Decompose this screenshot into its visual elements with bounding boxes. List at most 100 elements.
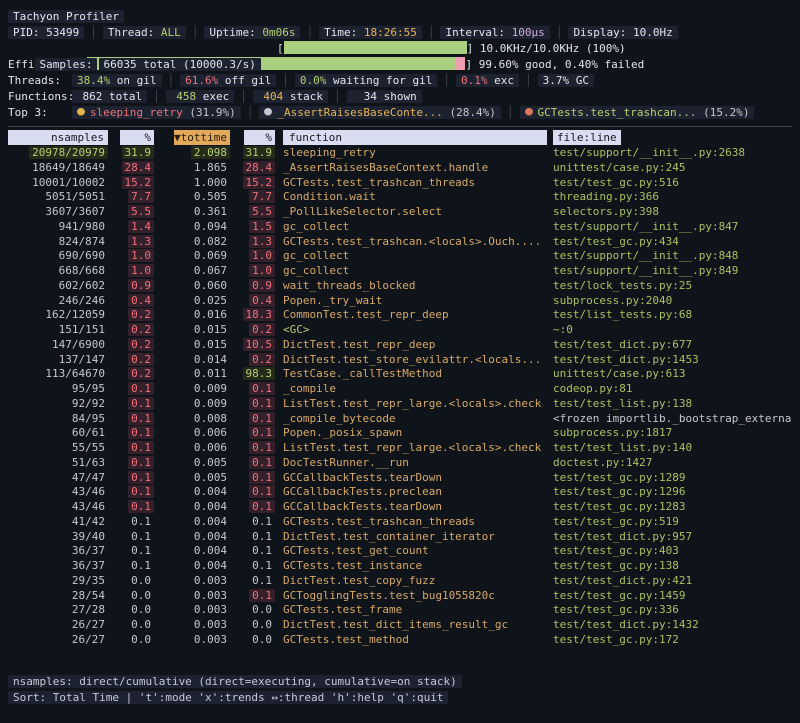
table-row[interactable]: 55/550.10.0060.1ListTest.test_repr_large… [8, 441, 792, 456]
medal-gold-icon [77, 108, 85, 116]
table-row[interactable]: 824/8741.30.0821.3GCTests.test_trashcan.… [8, 235, 792, 250]
table-row[interactable]: 43/460.10.0040.1GCCallbackTests.preclean… [8, 485, 792, 500]
cell-nsamples: 18649/18649 [8, 161, 108, 176]
direct-pct-value: 0.1 [128, 485, 154, 498]
function-name: _compile [283, 382, 336, 395]
cell-cum-pct: 0.1 [230, 574, 275, 589]
table-row[interactable]: 92/920.10.0090.1ListTest.test_repr_large… [8, 397, 792, 412]
table-row[interactable]: 162/120590.20.01618.3CommonTest.test_rep… [8, 308, 792, 323]
table-row[interactable]: 26/270.00.0030.0GCTests.test_methodtest/… [8, 633, 792, 648]
cell-tottime: 0.004 [154, 485, 230, 500]
function-name: DictTest.test_dict_items_result_gc [283, 618, 508, 631]
cell-cum-pct: 0.2 [230, 353, 275, 368]
cell-function: ListTest.test_repr_large.<locals>.check [275, 397, 547, 412]
direct-pct-value: 0.1 [128, 471, 154, 484]
file-line: test/support/__init__.py:848 [553, 249, 738, 262]
table-row[interactable]: 137/1470.20.0140.2DictTest.test_store_ev… [8, 353, 792, 368]
table-row[interactable]: 41/420.10.0040.1GCTests.test_trashcan_th… [8, 515, 792, 530]
cell-tottime: 0.015 [154, 338, 230, 353]
cum-pct-value: 0.2 [249, 323, 275, 336]
cell-tottime: 0.361 [154, 205, 230, 220]
cell-nsamples: 824/874 [8, 235, 108, 250]
function-name: GCCallbackTests.tearDown [283, 500, 442, 513]
cell-file-line: test/test_dict.py:421 [547, 574, 792, 589]
table-row[interactable]: 941/9801.40.0941.5gc_collecttest/support… [8, 220, 792, 235]
table-row[interactable]: 95/950.10.0090.1_compilecodeop.py:81 [8, 382, 792, 397]
cell-file-line: codeop.py:81 [547, 382, 792, 397]
function-name: wait_threads_blocked [283, 279, 415, 292]
table-row[interactable]: 113/646700.20.01198.3TestCase._callTestM… [8, 367, 792, 382]
table-row[interactable]: 690/6901.00.0691.0gc_collecttest/support… [8, 249, 792, 264]
function-name: DocTestRunner.__run [283, 456, 409, 469]
table-row[interactable]: 29/350.00.0030.1DictTest.test_copy_fuzzt… [8, 574, 792, 589]
cell-nsamples: 51/63 [8, 456, 108, 471]
col-header-tottime[interactable]: ▼tottime [174, 130, 230, 145]
col-header-direct-pct[interactable]: % [120, 130, 154, 145]
table-row[interactable]: 20978/2097931.92.09831.9sleeping_retryte… [8, 146, 792, 161]
cell-tottime: 1.865 [154, 161, 230, 176]
functions-desc: exec [203, 90, 230, 103]
file-line: test/test_gc.py:172 [553, 633, 679, 646]
cell-function: _compile_bytecode [275, 412, 547, 427]
table-row[interactable]: 28/540.00.0030.1GCTogglingTests.test_bug… [8, 589, 792, 604]
table-row[interactable]: 39/400.10.0040.1DictTest.test_container_… [8, 530, 792, 545]
table-row[interactable]: 51/630.10.0050.1DocTestRunner.__rundocte… [8, 456, 792, 471]
tottime-value: 0.009 [191, 397, 230, 410]
table-row[interactable]: 36/370.10.0040.1GCTests.test_get_countte… [8, 544, 792, 559]
table-row[interactable]: 18649/1864928.41.86528.4_AssertRaisesBas… [8, 161, 792, 176]
table-row[interactable]: 602/6020.90.0600.9wait_threads_blockedte… [8, 279, 792, 294]
nsamples-value: 95/95 [69, 382, 108, 395]
function-name: _compile_bytecode [283, 412, 396, 425]
table-row[interactable]: 668/6681.00.0671.0gc_collecttest/support… [8, 264, 792, 279]
cell-function: GCCallbackTests.preclean [275, 485, 547, 500]
direct-pct-value: 0.4 [128, 294, 154, 307]
cell-cum-pct: 0.1 [230, 456, 275, 471]
cell-tottime: 0.014 [154, 353, 230, 368]
table-row[interactable]: 36/370.10.0040.1GCTests.test_instancetes… [8, 559, 792, 574]
function-name: ListTest.test_repr_large.<locals>.check [283, 441, 541, 454]
table-row[interactable]: 10001/1000215.21.00015.2GCTests.test_tra… [8, 176, 792, 191]
cell-cum-pct: 0.1 [230, 485, 275, 500]
cell-function: DictTest.test_dict_items_result_gc [275, 618, 547, 633]
cum-pct-value: 10.5 [243, 338, 276, 351]
table-row[interactable]: 3607/36075.50.3615.5_PollLikeSelector.se… [8, 205, 792, 220]
file-line: test/test_gc.py:434 [553, 235, 679, 248]
file-line: threading.py:366 [553, 190, 659, 203]
table-row[interactable]: 147/69000.20.01510.5DictTest.test_repr_d… [8, 338, 792, 353]
nsamples-value: 84/95 [69, 412, 108, 425]
table-row[interactable]: 84/950.10.0080.1_compile_bytecode<frozen… [8, 412, 792, 427]
divider [8, 126, 792, 127]
table-row[interactable]: 26/270.00.0030.0DictTest.test_dict_items… [8, 618, 792, 633]
function-name: GCCallbackTests.tearDown [283, 471, 442, 484]
table-row[interactable]: 246/2460.40.0250.4Popen._try_waitsubproc… [8, 294, 792, 309]
table-row[interactable]: 5051/50517.70.5057.7Condition.waitthread… [8, 190, 792, 205]
table-row[interactable]: 60/610.10.0060.1Popen._posix_spawnsubpro… [8, 426, 792, 441]
function-name: gc_collect [283, 264, 349, 277]
cell-function: DictTest.test_repr_deep [275, 338, 547, 353]
nsamples-value: 690/690 [56, 249, 108, 262]
col-header-cum-pct[interactable]: % [244, 130, 275, 145]
samples-rate-text: 10.0KHz/10.0KHz (100%) [473, 42, 625, 55]
title-line: Tachyon Profiler [8, 9, 792, 25]
status-pid-value: 53499 [46, 26, 79, 39]
cell-cum-pct: 0.1 [230, 382, 275, 397]
direct-pct-value: 31.9 [122, 146, 155, 159]
col-header-function[interactable]: function [283, 130, 547, 145]
file-line: test/test_gc.py:516 [553, 176, 679, 189]
file-line: doctest.py:1427 [553, 456, 652, 469]
status-uptime-label: Uptime: [209, 26, 262, 39]
table-row[interactable]: 151/1510.20.0150.2<GC>~:0 [8, 323, 792, 338]
col-header-file-line[interactable]: file:line [553, 130, 621, 145]
function-name: DictTest.test_store_evilattr.<locals... [283, 353, 541, 366]
cum-pct-value: 0.1 [249, 559, 275, 572]
table-row[interactable]: 27/280.00.0030.0GCTests.test_frametest/t… [8, 603, 792, 618]
cell-function: GCTests.test_trashcan_threads [275, 176, 547, 191]
cell-function: GCCallbackTests.tearDown [275, 471, 547, 486]
cell-tottime: 0.004 [154, 559, 230, 574]
cell-file-line: test/test_dict.py:957 [547, 530, 792, 545]
status-uptime-value: 0m06s [262, 26, 295, 39]
table-row[interactable]: 47/470.10.0050.1GCCallbackTests.tearDown… [8, 471, 792, 486]
col-header-nsamples[interactable]: nsamples [8, 130, 108, 145]
table-row[interactable]: 43/460.10.0040.1GCCallbackTests.tearDown… [8, 500, 792, 515]
cell-cum-pct: 15.2 [230, 176, 275, 191]
